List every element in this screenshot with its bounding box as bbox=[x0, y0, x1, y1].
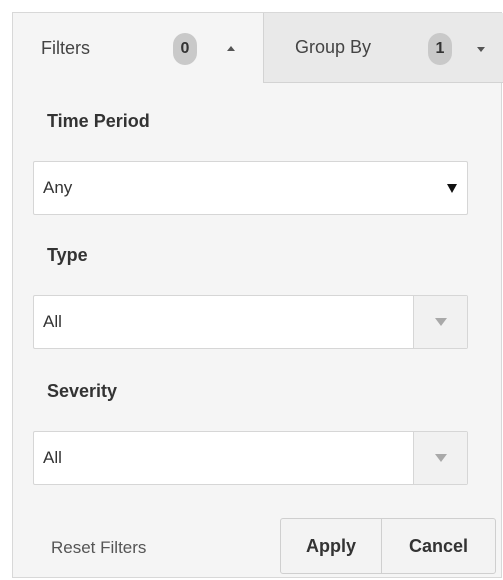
type-dropdown-button[interactable] bbox=[413, 296, 467, 348]
caret-up-icon[interactable] bbox=[227, 46, 235, 51]
severity-value: All bbox=[43, 448, 62, 467]
type-label: Type bbox=[47, 245, 88, 265]
tab-filters-label: Filters bbox=[41, 37, 90, 58]
tab-group-by-label: Group By bbox=[295, 37, 372, 57]
tab-group-by[interactable]: Group By 1 bbox=[263, 13, 503, 83]
apply-button[interactable]: Apply bbox=[280, 518, 382, 574]
filters-count-badge: 0 bbox=[173, 33, 197, 65]
time-period-select[interactable]: Any bbox=[33, 161, 468, 215]
filter-panel: Filters 0 Group By 1 Time Period Any Typ… bbox=[12, 12, 503, 578]
dropdown-arrow-icon bbox=[435, 318, 447, 326]
dropdown-arrow-icon bbox=[435, 454, 447, 462]
caret-down-icon[interactable] bbox=[477, 47, 485, 52]
time-period-value: Any bbox=[43, 178, 73, 197]
time-period-label: Time Period bbox=[47, 111, 150, 131]
severity-select[interactable]: All bbox=[33, 431, 468, 485]
type-select[interactable]: All bbox=[33, 295, 468, 349]
cancel-button[interactable]: Cancel bbox=[381, 518, 496, 574]
group-by-count-badge: 1 bbox=[428, 33, 452, 65]
severity-dropdown-button[interactable] bbox=[413, 432, 467, 484]
filter-tabs: Filters 0 Group By 1 bbox=[13, 13, 503, 83]
dropdown-arrow-icon[interactable] bbox=[447, 184, 457, 193]
severity-label: Severity bbox=[47, 381, 118, 401]
type-value: All bbox=[43, 312, 62, 331]
tab-filters[interactable]: Filters 0 bbox=[13, 13, 263, 83]
reset-filters-link[interactable]: Reset Filters bbox=[51, 538, 146, 558]
